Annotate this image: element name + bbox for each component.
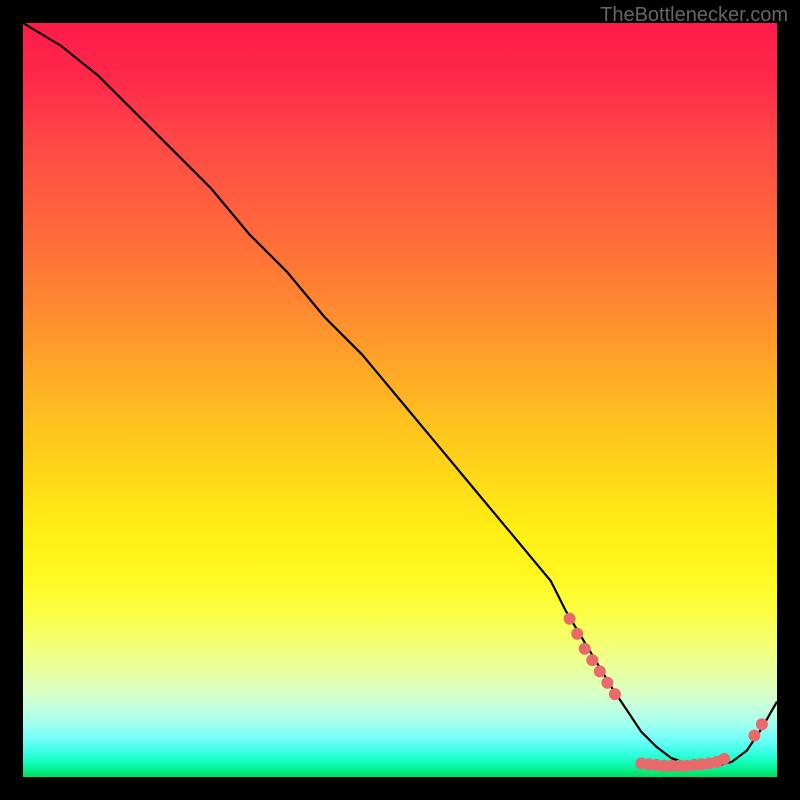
attribution-text: TheBottlenecker.com [600, 4, 788, 27]
data-point-marker [601, 677, 613, 689]
curve-markers [564, 613, 768, 772]
plot-area [23, 23, 777, 777]
data-point-marker [564, 613, 576, 625]
chart-svg [23, 23, 777, 777]
data-point-marker [571, 628, 583, 640]
data-point-marker [609, 688, 621, 700]
data-point-marker [748, 730, 760, 742]
data-point-marker [594, 665, 606, 677]
data-point-marker [718, 753, 730, 765]
data-point-marker [756, 718, 768, 730]
data-point-marker [586, 654, 598, 666]
data-point-marker [579, 643, 591, 655]
curve-line [23, 23, 777, 766]
